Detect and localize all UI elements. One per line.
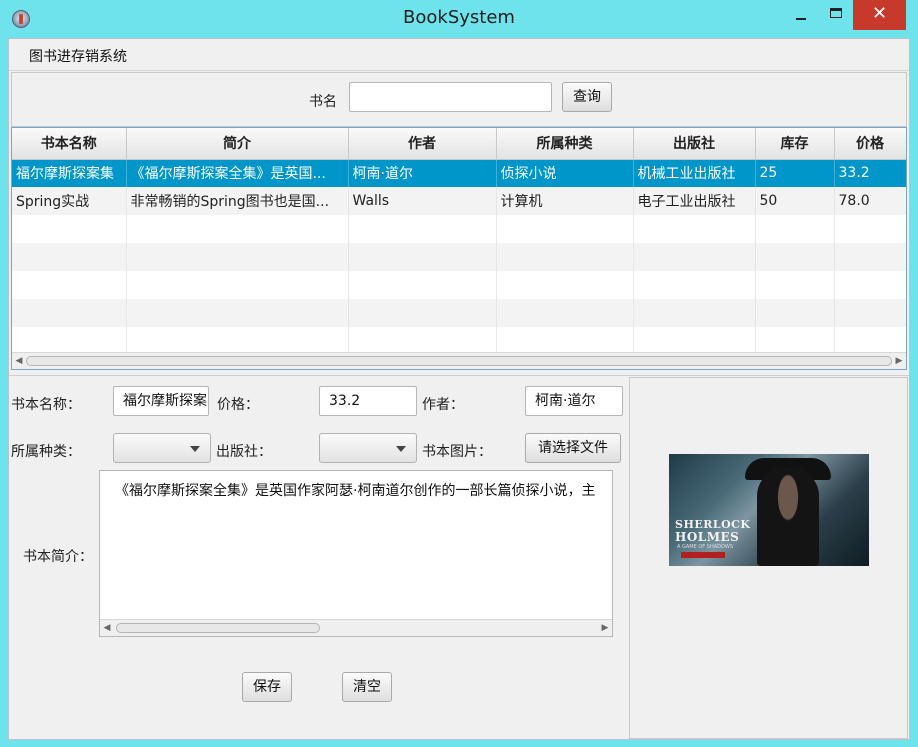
cell-name: Spring实战: [12, 187, 127, 215]
cell-author: 柯南·道尔: [348, 159, 497, 187]
price-field[interactable]: 33.2: [319, 386, 417, 416]
table-row-selected[interactable]: 福尔摩斯探案集 《福尔摩斯探案全集》是英国... 柯南·道尔 侦探小说 机械工业…: [12, 159, 906, 187]
column-header-price[interactable]: 价格: [834, 128, 906, 160]
client-area: 图书进存销系统 书名 查询 书本名称 简介 作者 所属种类 出版社 库存 价格 …: [8, 38, 910, 740]
scroll-right-icon[interactable]: ▶: [599, 622, 611, 634]
table-row-empty: [12, 299, 906, 327]
maximize-icon: [830, 8, 842, 18]
textarea-horizontal-scrollbar[interactable]: ◀ ▶: [100, 619, 612, 636]
book-name-field[interactable]: 福尔摩斯探案: [113, 386, 209, 416]
book-image-label: 书本图片：: [422, 444, 492, 460]
table-row-empty: [12, 243, 906, 271]
menu-item-book-system[interactable]: 图书进存销系统: [29, 46, 127, 66]
publisher-label: 出版社：: [216, 444, 272, 460]
cell-publisher: 电子工业出版社: [633, 187, 756, 215]
book-table[interactable]: 书本名称 简介 作者 所属种类 出版社 库存 价格 福尔摩斯探案集 《福尔摩斯探…: [11, 127, 907, 370]
cell-intro: 非常畅销的Spring图书也是国...: [126, 187, 349, 215]
book-cover-image: SHERLOCK HOLMES A GAME OF SHADOWS: [669, 454, 869, 566]
cell-name: 福尔摩斯探案集: [12, 159, 127, 187]
category-label: 所属种类：: [11, 444, 81, 460]
column-header-stock[interactable]: 库存: [755, 128, 835, 160]
search-label: 书名: [309, 94, 337, 110]
book-intro-textarea[interactable]: 《福尔摩斯探案全集》是英国作家阿瑟·柯南道尔创作的一部长篇侦探小说，主 ◀ ▶: [99, 470, 613, 637]
table-row[interactable]: Spring实战 非常畅销的Spring图书也是国... Walls 计算机 电…: [12, 187, 906, 215]
book-name-label: 书本名称：: [11, 397, 81, 413]
table-row-empty: [12, 215, 906, 243]
window-title: BookSystem: [403, 7, 515, 28]
scroll-right-icon[interactable]: ▶: [893, 355, 905, 367]
save-button[interactable]: 保存: [242, 672, 292, 702]
cell-price: 33.2: [834, 159, 906, 187]
cell-price: 78.0: [834, 187, 906, 215]
column-header-name[interactable]: 书本名称: [12, 128, 127, 160]
minimize-button[interactable]: [783, 0, 819, 30]
cell-author: Walls: [348, 187, 497, 215]
cell-publisher: 机械工业出版社: [633, 159, 756, 187]
price-label: 价格：: [217, 397, 259, 413]
chevron-down-icon: [396, 446, 406, 452]
book-intro-label: 书本简介：: [23, 549, 93, 565]
book-name-search-input[interactable]: [349, 82, 552, 112]
cell-category: 侦探小说: [496, 159, 634, 187]
table-row-empty: [12, 327, 906, 355]
column-header-intro[interactable]: 简介: [126, 128, 349, 160]
cell-category: 计算机: [496, 187, 634, 215]
close-button[interactable]: ✕: [853, 0, 906, 30]
maximize-button[interactable]: [819, 0, 853, 30]
menu-bar: 图书进存销系统: [9, 39, 909, 71]
cell-stock: 25: [755, 159, 835, 187]
cell-intro: 《福尔摩斯探案全集》是英国...: [126, 159, 349, 187]
scrollbar-thumb[interactable]: [26, 356, 892, 366]
scroll-left-icon[interactable]: ◀: [101, 622, 113, 634]
book-intro-text: 《福尔摩斯探案全集》是英国作家阿瑟·柯南道尔创作的一部长篇侦探小说，主: [115, 483, 596, 499]
title-bar[interactable]: BookSystem ✕: [0, 0, 918, 38]
scrollbar-thumb[interactable]: [116, 623, 320, 633]
column-header-category[interactable]: 所属种类: [496, 128, 634, 160]
author-field[interactable]: 柯南·道尔: [525, 386, 623, 416]
publisher-combobox[interactable]: [319, 433, 417, 463]
scroll-left-icon[interactable]: ◀: [13, 355, 25, 367]
cell-stock: 50: [755, 187, 835, 215]
table-horizontal-scrollbar[interactable]: ◀ ▶: [12, 352, 906, 369]
table-row-empty: [12, 271, 906, 299]
search-button[interactable]: 查询: [562, 82, 612, 112]
category-combobox[interactable]: [113, 433, 211, 463]
cover-logo-line3: A GAME OF SHADOWS: [677, 544, 734, 550]
choose-file-button[interactable]: 请选择文件: [525, 433, 621, 463]
app-window: BookSystem ✕ 图书进存销系统 书名 查询 书本名称 简介 作者 所属…: [0, 0, 918, 747]
clear-button[interactable]: 清空: [342, 672, 392, 702]
cover-logo-line2: HOLMES: [675, 530, 740, 544]
column-header-author[interactable]: 作者: [348, 128, 497, 160]
close-icon: ✕: [871, 3, 888, 24]
search-panel: 书名 查询: [11, 72, 907, 127]
minimize-icon: [796, 18, 806, 20]
column-header-publisher[interactable]: 出版社: [633, 128, 756, 160]
chevron-down-icon: [190, 446, 200, 452]
table-header-row: 书本名称 简介 作者 所属种类 出版社 库存 价格: [12, 128, 906, 160]
author-label: 作者：: [422, 397, 464, 413]
